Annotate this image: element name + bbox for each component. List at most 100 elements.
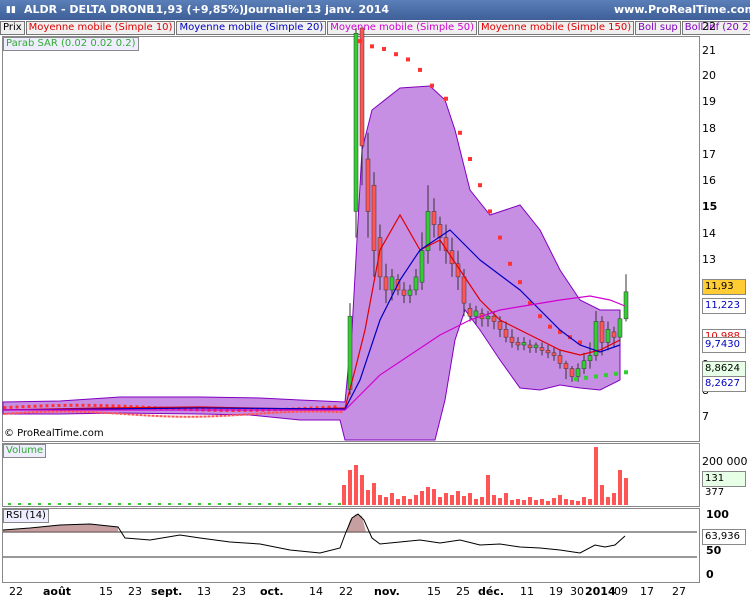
volume-bar [308,503,311,505]
candle-body [347,315,353,390]
sar-dot-low [584,375,588,380]
x-tick: 30 [570,585,584,598]
sar-dot [382,46,386,51]
volume-bar [492,495,496,505]
volume-bar [278,503,281,505]
x-tick: oct. [260,585,284,598]
candle-body [215,415,219,418]
candle-body [163,415,167,418]
candle-body [311,410,315,413]
candle-body [279,411,283,414]
candle-body [19,411,23,414]
candle-body [491,315,497,322]
x-tick: 17 [640,585,654,598]
candle-body [95,411,99,414]
volume-bar [138,503,141,505]
sar-dot [75,403,79,407]
sar-dot-low [624,370,628,375]
candle-body [263,412,267,415]
candle-body [267,412,271,415]
volume-bar [570,500,574,505]
candle-body [383,276,389,291]
candle-body [307,410,311,413]
sar-dot [370,44,374,49]
volume-bar [558,495,562,505]
candle-body [55,410,59,413]
price-tick: 21 [702,44,716,57]
candle-body [151,414,155,417]
sar-dot-low [604,373,608,378]
volume-bar [218,503,221,505]
candle-body [23,411,27,414]
candle-body [259,412,263,415]
candle-body [331,410,335,413]
candle-body [119,412,123,415]
x-tick: 13 [197,585,211,598]
volume-bar [168,503,171,505]
volume-bar [450,495,454,505]
candle-body [35,411,39,414]
rsi-label[interactable]: RSI (14) [3,509,49,523]
volume-bar [18,503,21,505]
candle-body [605,329,611,343]
candle-body [207,415,211,418]
sar-label[interactable]: Parab SAR (0.02 0.02 0.2) [3,37,139,51]
volume-bar [38,503,41,505]
volume-bar [390,493,394,505]
candle-body [533,344,539,348]
candle-body [51,410,55,413]
candle-body [365,158,371,212]
candle-body [327,410,331,413]
sar-dot [458,130,462,135]
volume-bar [462,496,466,505]
volume-bar [426,487,430,505]
candle-body [79,410,83,413]
x-tick: 27 [672,585,686,598]
badge-boll-inf: 8,2627 [702,376,746,392]
badge-boll-sup: 11,223 [702,298,746,314]
candle-body [303,410,307,413]
volume-bar [78,503,81,505]
volume-bar [498,498,502,505]
candle-body [111,412,115,415]
candle-body [255,412,259,415]
volume-bar [522,500,526,505]
x-tick: 22 [339,585,353,598]
volume-bar [378,495,382,505]
volume-label[interactable]: Volume [3,444,47,458]
candle-body [191,415,195,418]
volume-bar [178,503,181,505]
sar-dot [81,403,85,407]
volume-bar [612,493,616,505]
volume-bar [128,503,131,505]
sar-dot [45,404,49,408]
candle-body [211,415,215,418]
volume-bar [624,478,628,505]
price-tick: 18 [702,122,716,135]
volume-bar [258,503,261,505]
candle-body [15,412,19,415]
sar-dot [21,405,25,409]
volume-bar [588,499,592,505]
volume-bar [600,485,604,505]
sar-dot [57,403,61,407]
volume-bar [606,497,610,505]
candle-body [27,411,31,414]
badge-sar: 8,8624 [702,361,746,377]
price-tick: 14 [702,227,716,240]
chart-canvas [2,27,697,558]
price-tick: 20 [702,69,716,82]
candle-body [11,412,15,415]
badge-rsi: 63,936 [702,529,746,545]
candle-body [83,410,87,413]
volume-bar [438,497,442,505]
candle-body [575,368,581,377]
volume-bar [540,499,544,505]
sar-dot [3,406,7,410]
copyright: © ProRealTime.com [4,428,104,439]
candle-body [319,410,323,413]
x-tick: 23 [128,585,142,598]
sar-dot [27,404,31,408]
candle-body [131,413,135,416]
volume-bar [360,475,364,505]
